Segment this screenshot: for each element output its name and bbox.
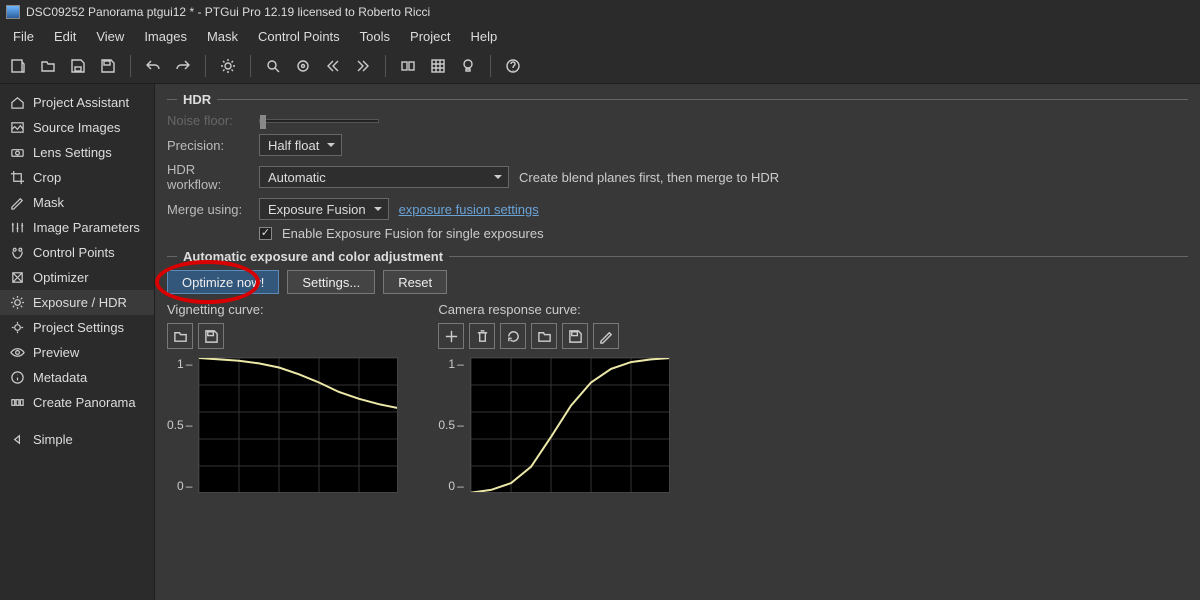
sidebar-item-create-panorama[interactable]: Create Panorama [0, 390, 154, 415]
window-title: DSC09252 Panorama ptgui12 * - PTGui Pro … [26, 5, 430, 19]
toolbar [0, 48, 1200, 84]
main-panel: HDR Noise floor: Precision: Half float H… [155, 84, 1200, 600]
camera-response-plot [470, 357, 670, 493]
save-as-icon[interactable] [66, 54, 90, 78]
sidebar-item-lens-settings[interactable]: Lens Settings [0, 140, 154, 165]
menu-help[interactable]: Help [462, 26, 507, 47]
panorama-editor-icon[interactable] [396, 54, 420, 78]
sidebar-item-simple[interactable]: Simple [0, 427, 154, 452]
refresh-curve-button[interactable] [500, 323, 526, 349]
save-curve-button-2[interactable] [562, 323, 588, 349]
hdr-section-header: HDR [167, 92, 1188, 107]
noise-floor-label: Noise floor: [167, 113, 249, 128]
sidebar-item-crop[interactable]: Crop [0, 165, 154, 190]
camera-response-block: Camera response curve: 1 0.5 0 [438, 302, 669, 493]
grid-icon[interactable] [426, 54, 450, 78]
app-icon [6, 5, 20, 19]
workflow-dropdown[interactable]: Automatic [259, 166, 509, 188]
sidebar-item-preview[interactable]: Preview [0, 340, 154, 365]
precision-dropdown[interactable]: Half float [259, 134, 342, 156]
sidebar-label: Simple [33, 432, 73, 447]
workflow-hint: Create blend planes first, then merge to… [519, 170, 779, 185]
sidebar-item-mask[interactable]: Mask [0, 190, 154, 215]
menu-bar: File Edit View Images Mask Control Point… [0, 24, 1200, 48]
sidebar-item-source-images[interactable]: Source Images [0, 115, 154, 140]
sidebar-label: Preview [33, 345, 79, 360]
sidebar-label: Exposure / HDR [33, 295, 127, 310]
enable-exposure-fusion-checkbox[interactable] [259, 227, 272, 240]
open-curve-button-2[interactable] [531, 323, 557, 349]
auto-settings-button[interactable]: Settings... [287, 270, 375, 294]
exposure-fusion-settings-link[interactable]: exposure fusion settings [399, 202, 539, 217]
edit-curve-button[interactable] [593, 323, 619, 349]
sidebar-item-project-settings[interactable]: Project Settings [0, 315, 154, 340]
menu-project[interactable]: Project [401, 26, 459, 47]
sidebar-label: Project Settings [33, 320, 124, 335]
menu-edit[interactable]: Edit [45, 26, 85, 47]
open-curve-button[interactable] [167, 323, 193, 349]
undo-icon[interactable] [141, 54, 165, 78]
menu-tools[interactable]: Tools [351, 26, 399, 47]
sidebar-item-image-parameters[interactable]: Image Parameters [0, 215, 154, 240]
vignetting-curve-title: Vignetting curve: [167, 302, 398, 317]
sidebar-label: Control Points [33, 245, 115, 260]
sidebar-label: Optimizer [33, 270, 89, 285]
vignetting-yaxis: 1 0.5 0 [167, 357, 198, 493]
sidebar-item-optimizer[interactable]: Optimizer [0, 265, 154, 290]
menu-view[interactable]: View [87, 26, 133, 47]
sidebar-item-metadata[interactable]: Metadata [0, 365, 154, 390]
precision-label: Precision: [167, 138, 249, 153]
sidebar-label: Mask [33, 195, 64, 210]
save-curve-button[interactable] [198, 323, 224, 349]
vignetting-curve-block: Vignetting curve: 1 0.5 0 [167, 302, 398, 493]
camera-response-title: Camera response curve: [438, 302, 669, 317]
sidebar-label: Metadata [33, 370, 87, 385]
new-project-icon[interactable] [6, 54, 30, 78]
merge-label: Merge using: [167, 202, 249, 217]
sidebar-label: Lens Settings [33, 145, 112, 160]
menu-mask[interactable]: Mask [198, 26, 247, 47]
noise-floor-slider[interactable] [259, 119, 379, 123]
forward-icon[interactable] [351, 54, 375, 78]
open-project-icon[interactable] [36, 54, 60, 78]
delete-curve-button[interactable] [469, 323, 495, 349]
optimize-now-button[interactable]: Optimize now! [167, 270, 279, 294]
rewind-icon[interactable] [321, 54, 345, 78]
sidebar-label: Project Assistant [33, 95, 129, 110]
menu-images[interactable]: Images [135, 26, 196, 47]
add-curve-button[interactable] [438, 323, 464, 349]
gear-icon[interactable] [216, 54, 240, 78]
sidebar: Project Assistant Source Images Lens Set… [0, 84, 155, 600]
bulb-icon[interactable] [456, 54, 480, 78]
merge-dropdown[interactable]: Exposure Fusion [259, 198, 389, 220]
vignetting-curve-plot [198, 357, 398, 493]
save-icon[interactable] [96, 54, 120, 78]
sidebar-label: Image Parameters [33, 220, 140, 235]
target-icon[interactable] [291, 54, 315, 78]
menu-control-points[interactable]: Control Points [249, 26, 349, 47]
redo-icon[interactable] [171, 54, 195, 78]
title-bar: DSC09252 Panorama ptgui12 * - PTGui Pro … [0, 0, 1200, 24]
auto-section-header: Automatic exposure and color adjustment [167, 249, 1188, 264]
menu-file[interactable]: File [4, 26, 43, 47]
sidebar-label: Source Images [33, 120, 120, 135]
camera-yaxis: 1 0.5 0 [438, 357, 469, 493]
sidebar-item-project-assistant[interactable]: Project Assistant [0, 90, 154, 115]
sidebar-item-exposure-hdr[interactable]: Exposure / HDR [0, 290, 154, 315]
sidebar-label: Crop [33, 170, 61, 185]
reset-button[interactable]: Reset [383, 270, 447, 294]
sidebar-item-control-points[interactable]: Control Points [0, 240, 154, 265]
sidebar-label: Create Panorama [33, 395, 136, 410]
search-icon[interactable] [261, 54, 285, 78]
workflow-label: HDR workflow: [167, 162, 249, 192]
help-icon[interactable] [501, 54, 525, 78]
enable-exposure-fusion-label: Enable Exposure Fusion for single exposu… [282, 226, 544, 241]
